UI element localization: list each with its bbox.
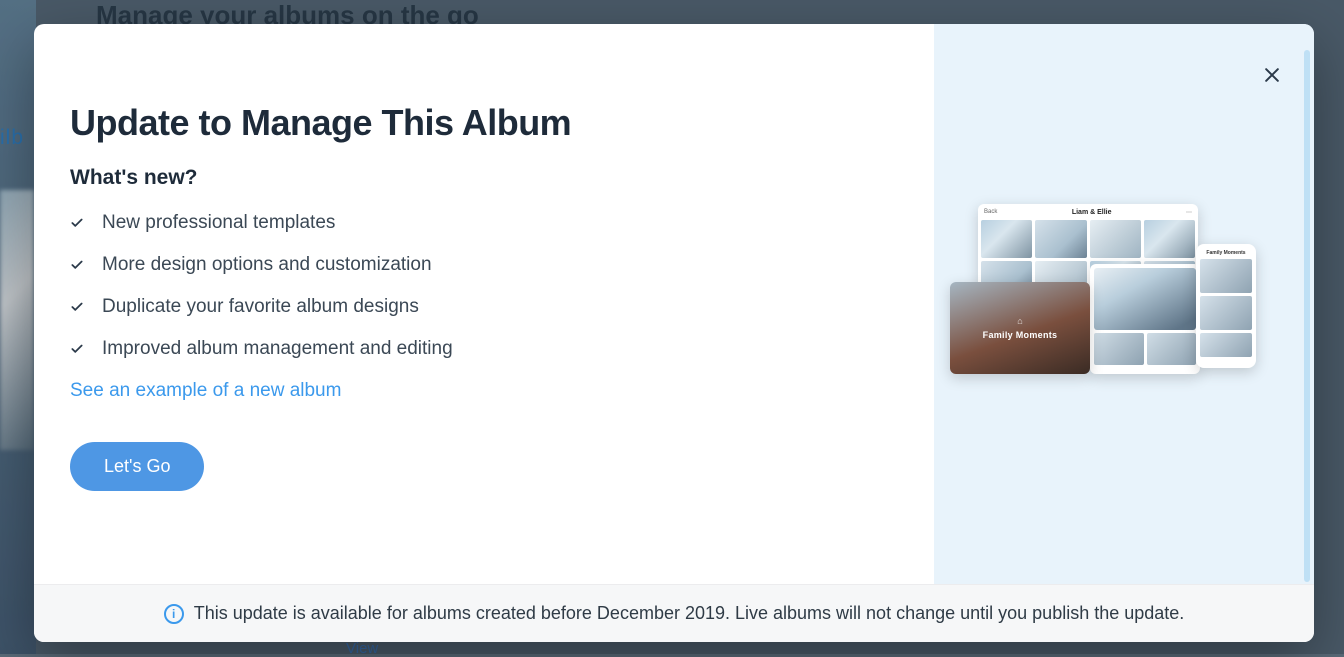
feature-text: More design options and customization [102, 254, 432, 276]
preview-cover-card: ⌂ Family Moments [950, 282, 1090, 374]
example-link[interactable]: See an example of a new album [70, 380, 341, 402]
feature-text: New professional templates [102, 212, 335, 234]
feature-item: More design options and customization [70, 254, 894, 276]
preview-thumb [1094, 333, 1144, 365]
preview-desktop-title: Liam & Ellie [1072, 209, 1112, 216]
close-button[interactable] [1254, 58, 1290, 94]
footer-notice: This update is available for albums crea… [194, 603, 1185, 624]
preview-tablet-card [1090, 264, 1200, 374]
modal-title: Update to Manage This Album [70, 102, 894, 144]
preview-phone-card: Family Moments [1196, 244, 1256, 368]
preview-thumb [1094, 268, 1196, 330]
scrollbar[interactable] [1304, 50, 1310, 582]
close-icon [1262, 65, 1282, 88]
preview-thumb [1090, 220, 1141, 258]
feature-item: Duplicate your favorite album designs [70, 296, 894, 318]
preview-thumb [1200, 333, 1252, 357]
info-icon: i [164, 604, 184, 624]
check-icon [70, 342, 84, 356]
feature-list: New professional templates More design o… [70, 212, 894, 360]
modal-content: Update to Manage This Album What's new? … [34, 24, 934, 584]
preview-thumb [1200, 259, 1252, 293]
preview-thumb [1147, 333, 1197, 365]
update-modal: Update to Manage This Album What's new? … [34, 24, 1314, 642]
check-icon [70, 300, 84, 314]
preview-menu-icon: ⋯ [1186, 209, 1192, 216]
preview-thumb [981, 220, 1032, 258]
preview-back-label: Back [984, 209, 997, 215]
preview-thumb [1144, 220, 1195, 258]
modal-subtitle: What's new? [70, 166, 894, 190]
check-icon [70, 216, 84, 230]
preview-phone-title: Family Moments [1200, 250, 1252, 256]
preview-cover-title: Family Moments [983, 330, 1058, 340]
check-icon [70, 258, 84, 272]
modal-preview-panel: Back Liam & Ellie ⋯ [934, 24, 1314, 584]
camera-icon: ⌂ [983, 316, 1058, 326]
modal-footer: i This update is available for albums cr… [34, 584, 1314, 642]
preview-cluster: Back Liam & Ellie ⋯ [940, 204, 1300, 434]
preview-thumb [1035, 220, 1086, 258]
modal-body: Update to Manage This Album What's new? … [34, 24, 1314, 584]
lets-go-button[interactable]: Let's Go [70, 442, 204, 491]
feature-item: New professional templates [70, 212, 894, 234]
feature-item: Improved album management and editing [70, 338, 894, 360]
feature-text: Duplicate your favorite album designs [102, 296, 419, 318]
preview-thumb [1200, 296, 1252, 330]
feature-text: Improved album management and editing [102, 338, 453, 360]
